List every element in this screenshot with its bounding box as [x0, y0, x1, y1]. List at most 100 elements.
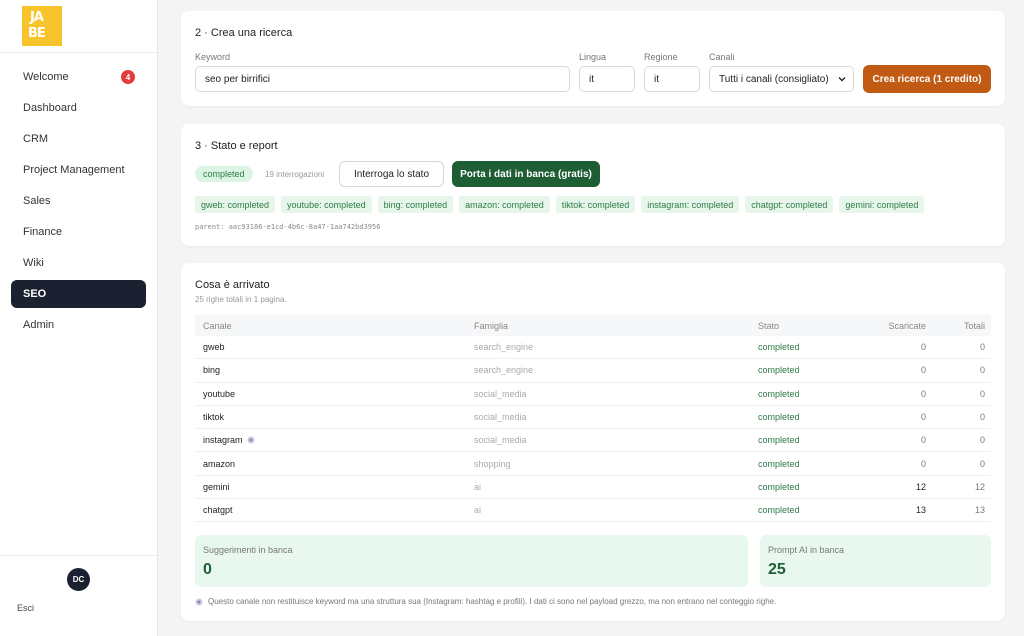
sidebar-item-admin[interactable]: Admin: [11, 311, 146, 339]
regione-label: Regione: [644, 52, 678, 62]
canali-selected-value: Tutti i canali (consigliato): [719, 73, 829, 85]
cell-totali: 0: [979, 412, 985, 423]
channel-chip-chatgpt: chatgpt: completed: [745, 196, 834, 213]
queries-count: 19 interrogazioni: [265, 170, 325, 179]
channel-chip-gemini: gemini: completed: [839, 196, 925, 213]
sidebar-item-label: Sales: [23, 195, 51, 207]
sidebar-item-finance[interactable]: Finance: [11, 218, 146, 246]
channel-chip-instagram: instagram: completed: [641, 196, 740, 213]
stat-label: Prompt AI in banca: [768, 545, 845, 555]
cell-stato: completed: [758, 412, 800, 423]
poll-status-button[interactable]: Interroga lo stato: [339, 161, 444, 187]
cell-scaricate: 0: [920, 458, 926, 469]
canali-select[interactable]: Tutti i canali (consigliato): [709, 66, 854, 92]
cell-totali: 13: [974, 505, 985, 516]
cell-totali: 0: [979, 458, 985, 469]
cell-totali: 0: [979, 365, 985, 376]
sidebar-item-dashboard[interactable]: Dashboard: [11, 94, 146, 122]
jabe-logo[interactable]: JA BE: [22, 6, 62, 46]
cell-canale: chatgpt: [203, 505, 233, 516]
cell-scaricate: 13: [915, 505, 926, 516]
sidebar-nav: Welcome 4 Dashboard CRM Project Manageme…: [11, 63, 146, 342]
cell-famiglia: shopping: [474, 458, 511, 469]
sidebar-item-label: CRM: [23, 133, 49, 145]
cell-stato: completed: [758, 481, 800, 492]
stat-prompt-ai: Prompt AI in banca 25: [760, 535, 991, 587]
cell-canale: youtube: [203, 388, 236, 399]
status-report-card: 3 · Stato e report completed 19 interrog…: [181, 124, 1005, 246]
sidebar-item-label: Admin: [23, 319, 55, 331]
cell-stato: completed: [758, 435, 800, 446]
cell-famiglia: social_media: [474, 412, 527, 423]
cell-canale: amazon: [203, 458, 236, 469]
cell-stato: completed: [758, 342, 800, 353]
cell-canale: instagram: [195, 435, 474, 445]
sidebar-item-seo[interactable]: SEO: [11, 280, 146, 308]
footnote: Questo canale non restituisce keyword ma…: [195, 597, 776, 606]
card-title: Cosa è arrivato: [195, 279, 270, 291]
channel-chip-youtube: youtube: completed: [281, 196, 372, 213]
cell-totali: 12: [974, 481, 985, 492]
results-subtitle: 25 righe totali in 1 pagina.: [195, 295, 287, 304]
table-row: bing search_engine completed 0 0: [195, 359, 991, 383]
lingua-label: Lingua: [579, 52, 607, 62]
bank-data-button[interactable]: Porta i dati in banca (gratis): [452, 161, 600, 187]
table-row: chatgpt ai completed 13 13: [195, 499, 991, 523]
channel-status-chips: gweb: completed youtube: completed bing:…: [195, 196, 925, 213]
channel-chip-amazon: amazon: completed: [459, 196, 550, 213]
table-row: gweb search_engine completed 0 0: [195, 336, 991, 360]
cell-scaricate: 0: [920, 388, 926, 399]
cell-totali: 0: [979, 388, 985, 399]
channel-chip-tiktok: tiktok: completed: [555, 196, 636, 213]
keyword-input[interactable]: seo per birrifici: [195, 66, 570, 92]
cell-canale: gemini: [203, 481, 230, 492]
sidebar-item-sales[interactable]: Sales: [11, 187, 146, 215]
cell-canale: gweb: [203, 342, 225, 353]
info-icon[interactable]: [247, 436, 255, 444]
table-row: youtube social_media completed 0 0: [195, 383, 991, 406]
create-search-button[interactable]: Crea ricerca (1 credito): [863, 65, 991, 93]
cell-scaricate: 0: [920, 342, 926, 353]
lingua-input[interactable]: it: [579, 66, 635, 92]
column-header-totali: Totali: [963, 320, 985, 331]
table-row: tiktok social_media completed 0 0: [195, 406, 991, 430]
footnote-text: Questo canale non restituisce keyword ma…: [208, 597, 777, 606]
sidebar-item-label: Dashboard: [23, 102, 77, 114]
column-header-canale: Canale: [203, 320, 232, 331]
cell-totali: 0: [979, 342, 985, 353]
logo-letters-bottom: BE: [28, 26, 46, 41]
sidebar-item-label: Welcome: [23, 71, 69, 83]
cell-scaricate: 0: [920, 365, 926, 376]
card-title: 3 · Stato e report: [195, 140, 278, 152]
results-card: Cosa è arrivato 25 righe totali in 1 pag…: [181, 263, 1005, 621]
chevron-down-icon: [838, 77, 846, 82]
sidebar-item-crm[interactable]: CRM: [11, 125, 146, 153]
avatar[interactable]: DC: [67, 568, 90, 591]
sidebar-divider: [0, 52, 157, 53]
sidebar-item-wiki[interactable]: Wiki: [11, 249, 146, 277]
table-row: gemini ai completed 12 12: [195, 476, 991, 500]
sidebar-item-project-management[interactable]: Project Management: [11, 156, 146, 184]
logout-link[interactable]: Esci: [17, 603, 34, 613]
sidebar-item-label: SEO: [23, 288, 47, 300]
table-header: Canale Famiglia Stato Scaricate Totali: [195, 315, 991, 336]
sidebar-divider: [0, 555, 157, 556]
column-header-famiglia: Famiglia: [474, 320, 509, 331]
cell-famiglia: search_engine: [474, 365, 534, 376]
create-search-card: 2 · Crea una ricerca Keyword seo per bir…: [181, 11, 1005, 106]
table-row: amazon shopping completed 0 0: [195, 452, 991, 476]
canali-label: Canali: [709, 52, 735, 62]
info-icon: [195, 598, 203, 605]
sidebar-item-welcome[interactable]: Welcome 4: [11, 63, 146, 91]
notification-badge: 4: [121, 70, 135, 84]
sidebar-item-label: Finance: [23, 226, 63, 238]
cell-famiglia: ai: [474, 505, 482, 516]
cell-famiglia: search_engine: [474, 342, 534, 353]
table-row: instagram social_media completed 0 0: [195, 429, 991, 453]
stat-label: Suggerimenti in banca: [203, 545, 293, 555]
cell-scaricate: 0: [920, 435, 926, 446]
regione-input[interactable]: it: [644, 66, 700, 92]
cell-totali: 0: [979, 435, 985, 446]
cell-stato: completed: [758, 365, 800, 376]
status-badge: completed: [195, 166, 253, 182]
